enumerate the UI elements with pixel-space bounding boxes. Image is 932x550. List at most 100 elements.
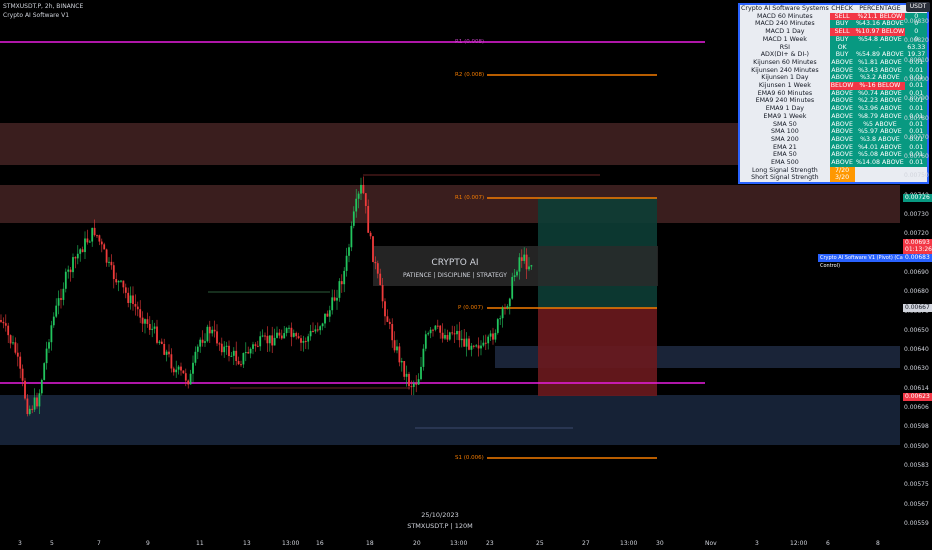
candle-body	[350, 225, 353, 248]
table-cell: MACD 1 Week	[762, 35, 807, 43]
table-cell: %0.74 ABOVE	[854, 89, 906, 98]
candle-body	[446, 335, 449, 340]
table-cell: %5.08 ABOVE	[854, 151, 906, 160]
candle-body	[254, 344, 257, 346]
candle-body	[91, 227, 94, 242]
price-tag-red: 0.00623	[903, 393, 932, 401]
candle-body	[348, 247, 350, 256]
table-cell: SELL	[829, 28, 855, 36]
price-axis-label: 0.00583	[904, 461, 929, 469]
table-row: SMA 50 ABOVE %5 ABOVE 0.01	[739, 120, 929, 129]
candle-body	[451, 332, 454, 334]
candle-body	[374, 261, 377, 264]
table-cell: %8.79 ABOVE	[854, 112, 906, 121]
candle-body	[285, 328, 288, 334]
candle-body	[153, 326, 156, 329]
candle-body	[16, 352, 19, 357]
time-axis-label: 23	[486, 540, 494, 547]
candle-body	[55, 305, 58, 317]
table-row: EMA9 60 Minutes ABOVE %0.74 ABOVE 0.01	[739, 89, 929, 98]
table-cell: BUY	[829, 51, 855, 59]
signal-value: 3/20	[829, 174, 855, 184]
watermark-subtitle: PATIENCE | DISCIPLINE | STRATEGY	[403, 272, 507, 279]
upper-magenta-label: R1 (0.008)	[455, 39, 485, 45]
table-cell: BUY	[829, 35, 855, 44]
candle-body	[369, 232, 372, 237]
candle-body	[223, 346, 226, 353]
table-cell: 0	[905, 28, 929, 36]
time-axis-label: 16	[316, 540, 324, 547]
candle-body	[45, 348, 48, 364]
candle-body	[360, 184, 362, 194]
table-cell: RSI	[779, 43, 790, 51]
candle-body	[362, 184, 365, 194]
symbol-title[interactable]: STMXUSDT.P, 2h, BINANCE	[3, 3, 83, 10]
candle-body	[184, 373, 187, 381]
table-cell: EMA9 1 Day	[765, 105, 804, 113]
candle-body	[470, 345, 473, 350]
candle-body	[372, 236, 374, 262]
currency-button[interactable]: USDT	[906, 2, 930, 12]
candle-body	[194, 351, 197, 363]
table-cell: ABOVE	[829, 151, 855, 160]
candle-body	[96, 235, 98, 237]
candle-body	[247, 352, 250, 354]
candle-body	[453, 333, 456, 335]
candle-body	[136, 306, 139, 310]
table-cell: 0.01	[905, 105, 929, 113]
table-cell: OK	[829, 43, 855, 52]
price-axis-label: 0.00720	[904, 230, 929, 238]
indicator-value-tag: 0.00683	[903, 254, 932, 262]
candle-body	[144, 319, 146, 324]
candle-body	[192, 362, 194, 374]
candle-body	[316, 329, 319, 331]
candle-body	[129, 295, 132, 303]
candle-body	[112, 265, 115, 280]
candle-body	[434, 325, 437, 330]
watermark-title: CRYPTO AI	[431, 258, 479, 268]
time-axis-label: 9	[146, 540, 150, 547]
candle-body	[278, 332, 281, 336]
table-cell: ABOVE	[829, 58, 855, 67]
price-axis-label: 0.00760	[904, 153, 929, 161]
candle-body	[508, 298, 511, 307]
candle-body	[38, 393, 41, 407]
indicator-title[interactable]: Crypto AI Software V1	[3, 12, 69, 19]
candle-body	[432, 329, 434, 331]
candle-body	[105, 249, 108, 263]
price-axis-label: 0.00598	[904, 423, 929, 431]
candle-body	[266, 335, 269, 344]
time-axis-label: 13:00	[450, 540, 468, 547]
time-axis-label: 30	[656, 540, 664, 547]
candle-body	[64, 271, 67, 289]
candle-body	[290, 327, 293, 337]
time-axis-label: 12:00	[790, 540, 808, 547]
price-axis-label: 0.00640	[904, 346, 929, 354]
candle-body	[400, 360, 403, 363]
table-cell: %5.97 ABOVE	[854, 128, 906, 136]
candle-body	[304, 341, 307, 343]
candle-body	[225, 345, 228, 347]
candle-body	[252, 344, 254, 349]
candle-body	[134, 303, 137, 307]
table-cell: MACD 60 Minutes	[757, 12, 813, 20]
table-cell: %-16 BELOW	[854, 82, 906, 90]
candle-body	[468, 338, 470, 350]
candle-body	[345, 255, 348, 271]
table-row: EMA 50 ABOVE %5.08 ABOVE 0.01	[739, 151, 929, 160]
candle-body	[463, 338, 466, 347]
candle-body	[108, 261, 110, 263]
price-axis-label: 0.00750	[904, 172, 929, 180]
candle-body	[72, 257, 74, 273]
candle-body	[237, 361, 240, 365]
candle-body	[93, 227, 96, 236]
candle-body	[86, 238, 89, 243]
candle-body	[494, 332, 497, 340]
time-axis-label: 8	[876, 540, 880, 547]
candle-body	[530, 265, 533, 267]
candle-body	[213, 329, 216, 332]
price-axis-label: 0.00614	[904, 384, 929, 392]
candle-body	[480, 345, 482, 349]
candle-body	[324, 313, 326, 324]
candle-body	[276, 332, 278, 338]
